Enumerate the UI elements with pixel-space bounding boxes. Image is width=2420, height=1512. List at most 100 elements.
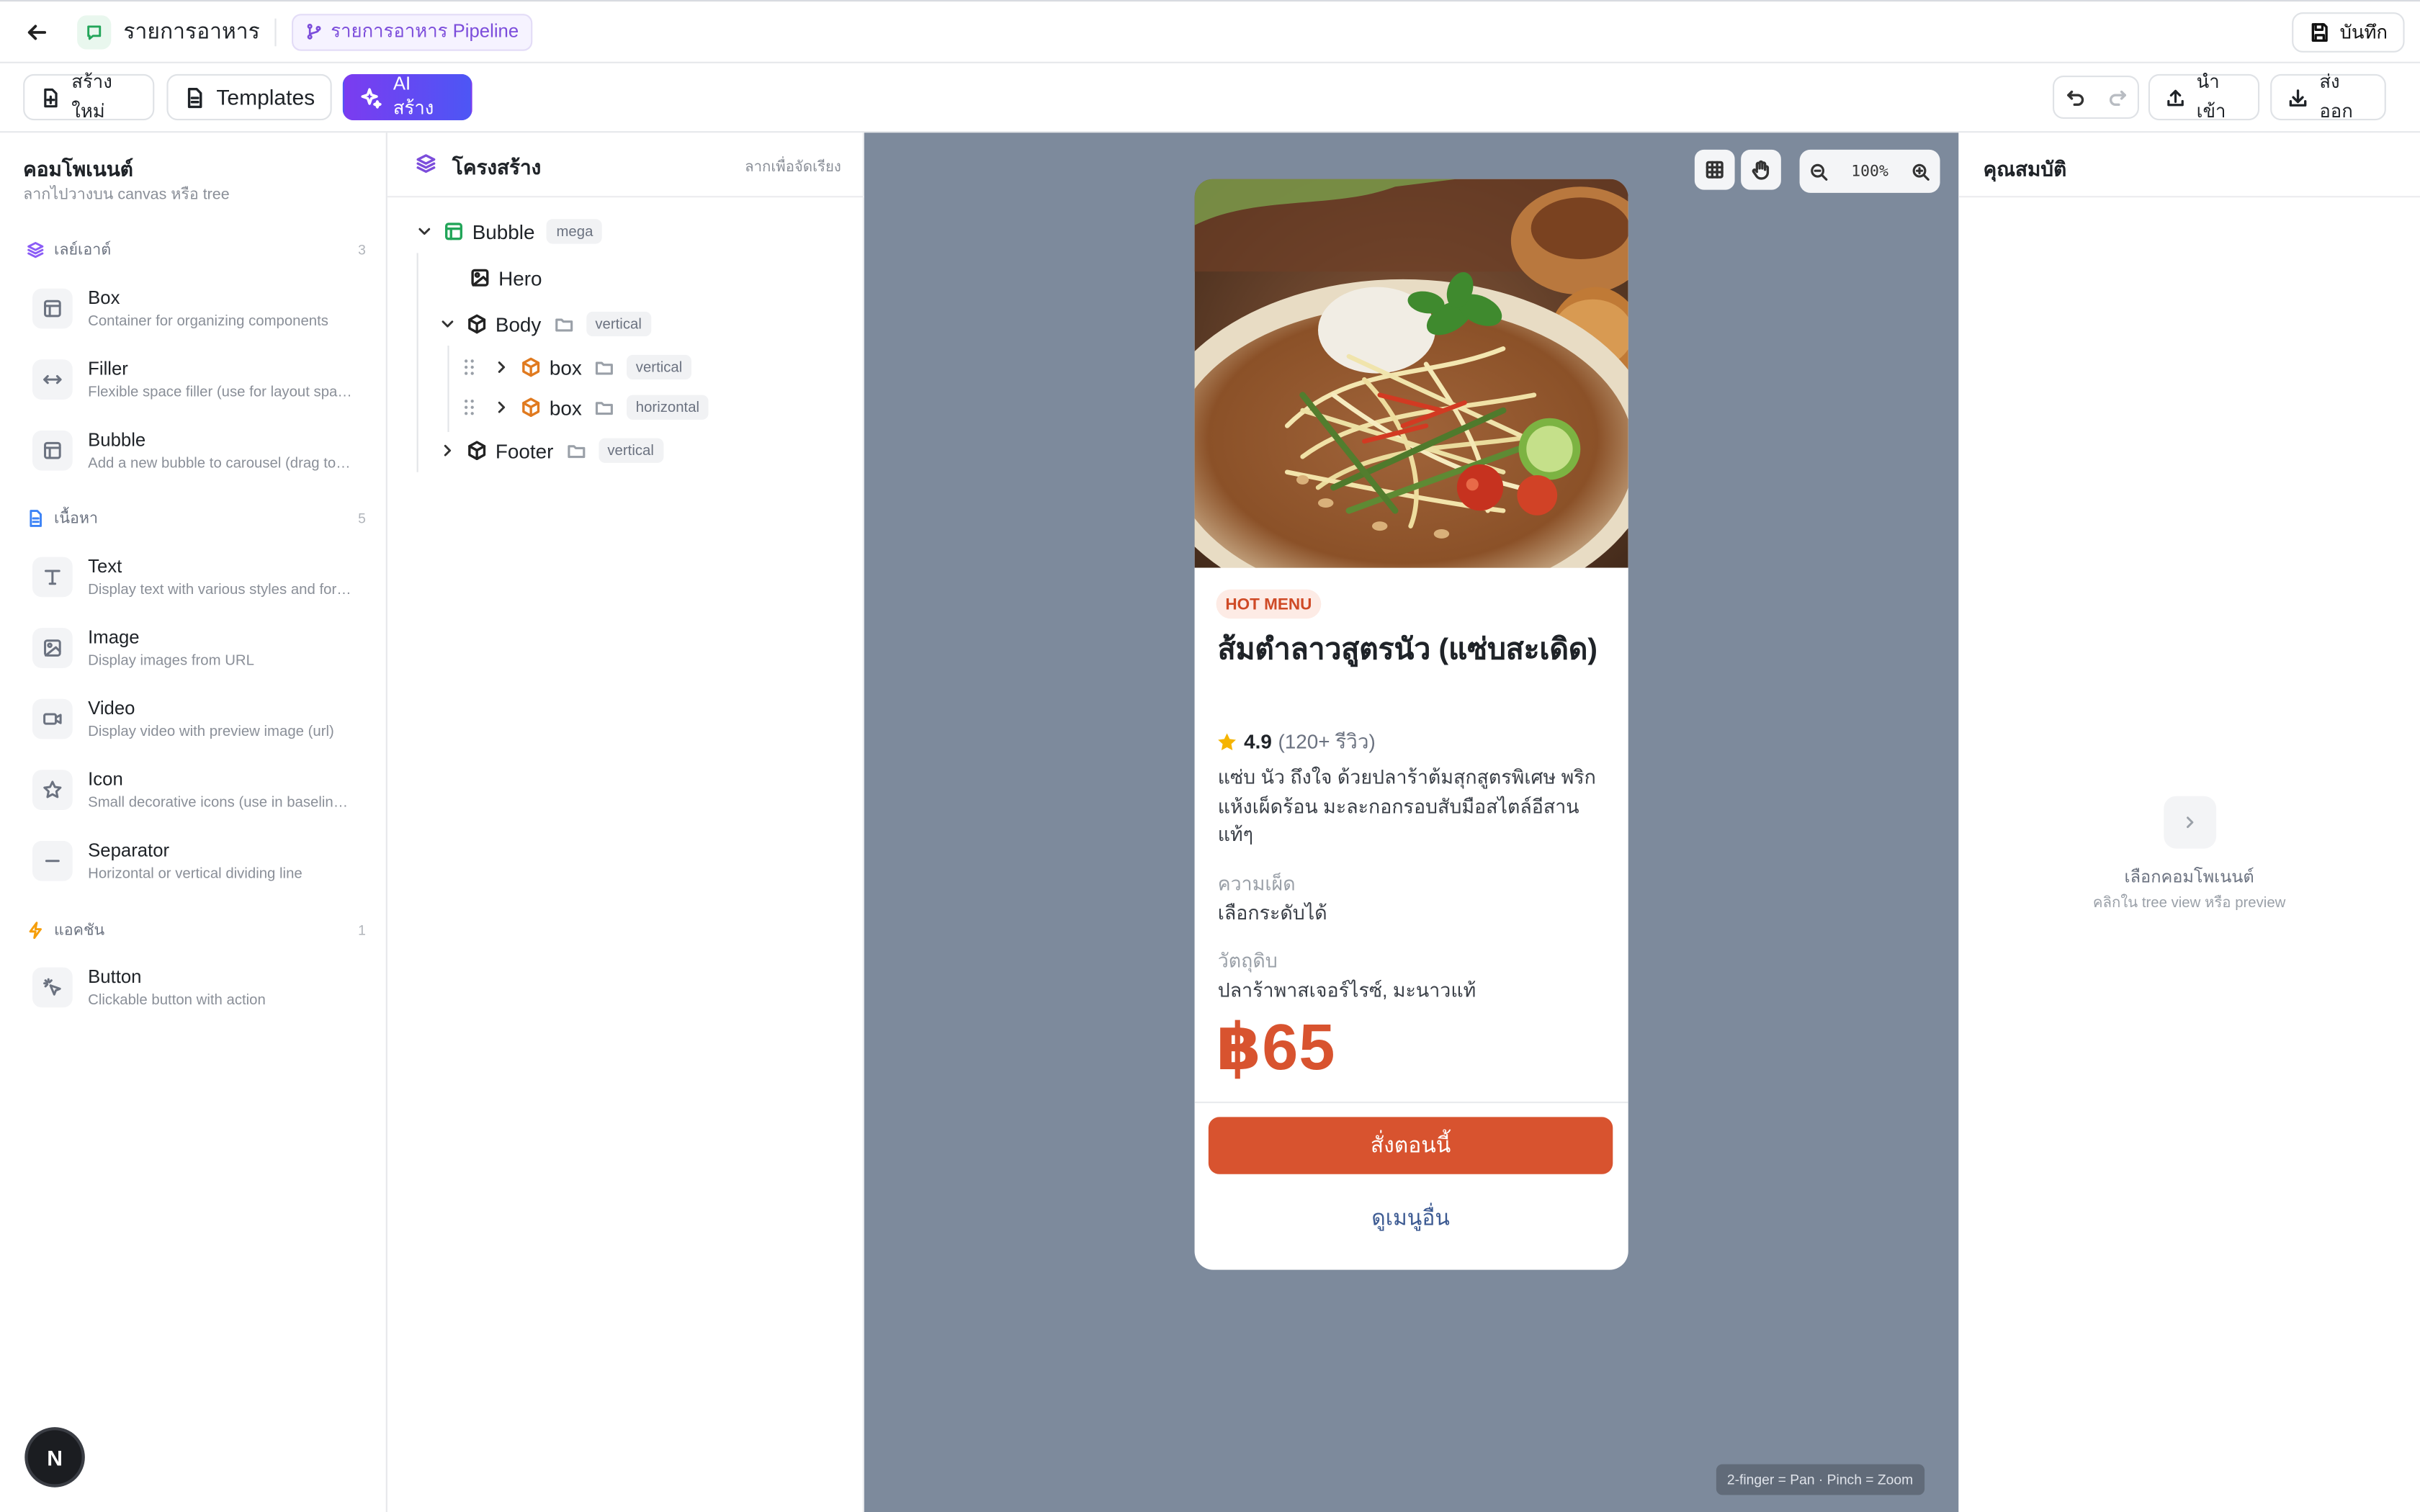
download-icon <box>2289 89 2307 106</box>
hand-icon[interactable] <box>1741 149 1781 190</box>
component-box[interactable]: Box Container for organizing components <box>32 281 364 336</box>
structure-panel: โครงสร้าง ลากเพื่อจัดเรียง Bubble mega H… <box>387 132 864 1512</box>
export-label: ส่งออก <box>2319 71 2353 122</box>
node-tag: mega <box>547 219 603 244</box>
component-desc: Display video with preview image (url) <box>88 723 334 741</box>
layout-icon <box>32 430 73 471</box>
zoom-in-icon[interactable] <box>1911 161 1931 181</box>
components-title: คอมโพเนนต์ <box>23 157 133 181</box>
tree-node-footer[interactable]: Footer vertical <box>439 433 663 467</box>
component-button[interactable]: Button Clickable button with action <box>32 960 364 1015</box>
undo-icon[interactable] <box>2054 77 2096 117</box>
layers-icon <box>27 242 44 258</box>
file-plus-icon <box>44 87 58 107</box>
ingredients-value: ปลาร้าพาสเจอร์ไรซ์, มะนาวแท้ <box>1217 979 1476 1002</box>
gesture-hint: 2-finger = Pan · Pinch = Zoom <box>1716 1464 1924 1495</box>
tree-node-body[interactable]: Body vertical <box>439 307 651 341</box>
food-description: แซ่บ นัว ถึงใจ ด้วยปลาร้าต้มสุกสูตรพิเศษ… <box>1217 767 1596 846</box>
save-icon <box>2311 23 2328 42</box>
chat-icon <box>77 14 112 49</box>
component-desc: Clickable button with action <box>88 991 266 1009</box>
tree-node-box-vertical[interactable]: box vertical <box>462 350 692 384</box>
component-separator[interactable]: Separator Horizontal or vertical dividing… <box>32 833 364 888</box>
branch-icon <box>308 24 322 40</box>
properties-header: คุณสมบัติ <box>1958 132 2420 198</box>
structure-title: โครงสร้าง <box>452 156 542 179</box>
zoom-out-icon[interactable] <box>1809 161 1829 181</box>
new-button[interactable]: สร้างใหม่ <box>23 71 155 122</box>
folder-icon <box>555 318 573 331</box>
component-name: Button <box>88 966 142 988</box>
group-count: 5 <box>358 510 366 526</box>
templates-button[interactable]: Templates <box>166 73 332 121</box>
group-content-header: เนื้อหา 5 <box>26 508 366 529</box>
box-icon <box>468 441 486 461</box>
component-name: Filler <box>88 358 128 380</box>
templates-label: Templates <box>216 84 315 110</box>
bubble-preview-card[interactable]: HOT MENU ส้มตำลาวสูตรนัว (แซ่บสะเดิด) 4.… <box>1194 179 1628 1270</box>
tree-node-bubble[interactable]: Bubble mega <box>415 215 603 248</box>
pipeline-link[interactable]: รายการอาหาร Pipeline <box>292 13 533 50</box>
component-icon[interactable]: Icon Small decorative icons (use in basel… <box>32 762 364 818</box>
node-label: Body <box>495 312 542 336</box>
drag-handle-icon[interactable] <box>462 358 477 377</box>
pointer-click-icon <box>32 967 73 1008</box>
grid-icon[interactable] <box>1694 149 1735 190</box>
component-bubble[interactable]: Bubble Add a new bubble to carousel (drag… <box>32 423 364 478</box>
component-desc: Display text with various styles and for… <box>88 581 354 599</box>
tree-node-hero[interactable]: Hero <box>469 261 542 294</box>
toolbar: สร้างใหม่ Templates AI สร้าง นำเข้า ส่งอ… <box>0 63 2420 133</box>
redo-icon[interactable] <box>2096 77 2138 117</box>
spicy-value: เลือกระดับได้ <box>1217 902 1327 924</box>
next-badge[interactable]: N <box>27 1430 82 1485</box>
chevron-right-icon[interactable] <box>493 398 511 417</box>
type-icon <box>32 557 73 598</box>
star-icon <box>1218 732 1236 750</box>
drag-handle-icon[interactable] <box>462 398 477 417</box>
ingredients-label: วัตถุดิบ <box>1217 950 1278 972</box>
component-desc: Display images from URL <box>88 652 254 670</box>
component-name: Separator <box>88 839 170 861</box>
structure-hint: ลากเพื่อจัดเรียง <box>745 158 841 176</box>
component-name: Text <box>88 555 122 577</box>
component-name: Box <box>88 287 120 309</box>
spicy-label: ความเผ็ด <box>1217 873 1296 895</box>
tree-node-box-horizontal[interactable]: box horizontal <box>462 390 709 424</box>
group-label: เลย์เอาต์ <box>54 241 112 258</box>
node-label: Hero <box>498 266 542 289</box>
preview-canvas[interactable]: 100% HOT MENU ส้มตำลาวสูตรนัว (แซ่บสะเดิ… <box>864 132 1959 1512</box>
box-icon <box>522 357 540 377</box>
chevron-down-icon[interactable] <box>439 315 457 333</box>
component-text[interactable]: Text Display text with various styles and… <box>32 549 364 605</box>
hot-menu-badge: HOT MENU <box>1216 589 1322 619</box>
component-video[interactable]: Video Display video with preview image (u… <box>32 691 364 747</box>
price: ฿65 <box>1216 1010 1336 1084</box>
rating-row: 4.9 (120+ รีวิว) <box>1216 725 1376 757</box>
layers-icon <box>416 154 436 174</box>
tree-guide-line <box>447 346 449 432</box>
divider <box>275 17 277 46</box>
top-bar: รายการอาหาร รายการอาหาร Pipeline บันทึก <box>0 0 2420 63</box>
see-other-menu-button[interactable]: ดูเมนูอื่น <box>1209 1189 1613 1246</box>
properties-title: คุณสมบัติ <box>1983 157 2067 181</box>
zoom-level: 100% <box>1851 163 1888 180</box>
component-desc: Flexible space filler (use for layout sp… <box>88 384 354 402</box>
hero-food-image[interactable] <box>1194 179 1628 568</box>
chevron-down-icon[interactable] <box>415 222 434 241</box>
chevron-right-icon[interactable] <box>493 358 511 377</box>
back-arrow-icon[interactable] <box>24 19 49 44</box>
export-button[interactable]: ส่งออก <box>2270 71 2386 122</box>
save-button[interactable]: บันทึก <box>2292 12 2405 53</box>
node-tag: vertical <box>626 354 692 380</box>
order-now-button[interactable]: สั่งตอนนี้ <box>1208 1117 1613 1174</box>
ai-generate-button[interactable]: AI สร้าง <box>342 72 472 121</box>
component-desc: Container for organizing components <box>88 313 328 330</box>
file-text-icon <box>187 86 202 108</box>
node-label: Footer <box>495 438 554 462</box>
canvas-tools <box>1694 149 1781 190</box>
component-filler[interactable]: Filler Flexible space filler (use for lay… <box>32 352 364 408</box>
chevron-right-icon[interactable] <box>439 441 457 460</box>
component-image[interactable]: Image Display images from URL <box>32 620 364 675</box>
import-button[interactable]: นำเข้า <box>2148 71 2260 122</box>
component-desc: Small decorative icons (use in baseline … <box>88 794 354 812</box>
